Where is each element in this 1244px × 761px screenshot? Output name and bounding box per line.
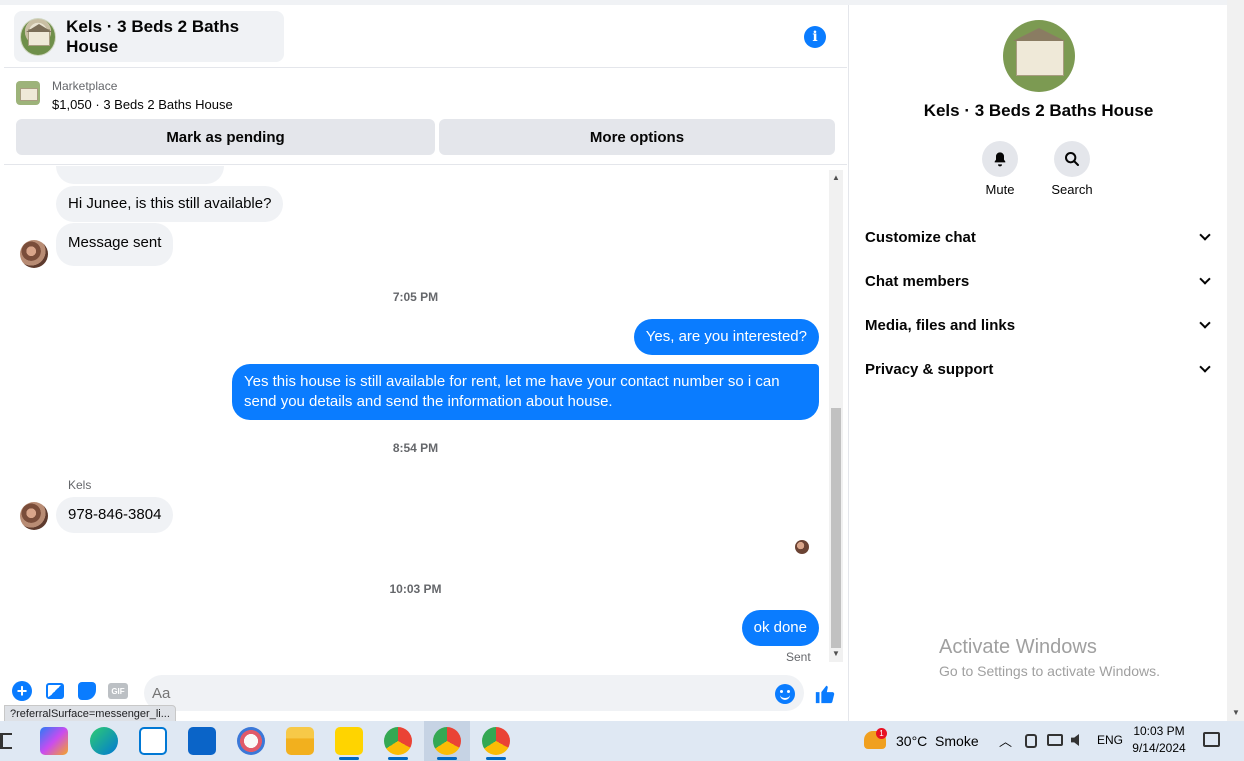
weather-text[interactable]: 30°C Smoke (896, 733, 979, 749)
mute-button[interactable]: Mute (970, 141, 1030, 197)
section-label: Media, files and links (865, 316, 1016, 334)
volume-icon[interactable] (1071, 734, 1079, 746)
chat-header: Kels · 3 Beds 2 Baths House i (4, 5, 847, 68)
search-label: Search (1051, 182, 1093, 197)
activate-windows-watermark: Activate Windows Go to Settings to activ… (939, 636, 1160, 679)
sent-status: Sent (786, 650, 811, 662)
info-icon[interactable]: i (804, 26, 826, 48)
marketplace-bar: Marketplace $1,050 · 3 Beds 2 Baths Hous… (4, 69, 847, 165)
weather-badge: 1 (876, 728, 887, 739)
search-icon (1054, 141, 1090, 177)
chevron-down-icon (1199, 361, 1211, 373)
message-text: 978-846-3804 (68, 506, 162, 523)
network-icon[interactable] (1047, 734, 1063, 746)
message-text: Hi Junee, is this still available? (68, 195, 272, 212)
mark-as-pending-button[interactable]: Mark as pending (16, 119, 435, 155)
listing-large-avatar[interactable] (1003, 20, 1075, 92)
read-receipt-avatar (795, 540, 809, 554)
mail-icon[interactable] (188, 727, 216, 755)
chrome-profile-3-icon[interactable] (482, 727, 510, 760)
chrome-profile-1-icon[interactable] (384, 727, 412, 760)
sender-avatar[interactable] (20, 502, 48, 530)
timestamp: 8:54 PM (392, 441, 439, 455)
section-label: Customize chat (865, 228, 976, 246)
search-button[interactable]: Search (1042, 141, 1102, 197)
marketplace-label: Marketplace (52, 79, 118, 93)
message-text: Yes, are you interested? (645, 328, 807, 345)
chat-title-button[interactable]: Kels · 3 Beds 2 Baths House (14, 11, 284, 62)
panel-chat-name: Kels · 3 Beds 2 Baths House (923, 101, 1154, 120)
page-scrollbar[interactable]: ▼ (1227, 0, 1244, 721)
message-bubble[interactable]: Yes, are you interested? (633, 319, 819, 355)
section-chat-members[interactable]: Chat members (865, 266, 1213, 296)
listing-avatar (20, 17, 57, 56)
section-label: Chat members (865, 272, 970, 290)
message-bubble[interactable]: Yes this house is still available for re… (232, 364, 819, 420)
timestamp: 10:03 PM (389, 582, 442, 596)
chevron-down-icon (1199, 229, 1211, 241)
file-explorer-icon[interactable] (286, 727, 314, 755)
store-icon[interactable] (139, 727, 167, 755)
watermark-subtitle: Go to Settings to activate Windows. (939, 663, 1160, 679)
message-list[interactable]: Hi Junee, is this still available? Messa… (4, 166, 827, 662)
emoji-icon[interactable] (775, 684, 795, 704)
scroll-thumb[interactable] (831, 408, 841, 648)
task-view-icon[interactable] (0, 733, 12, 749)
message-input[interactable] (144, 675, 804, 711)
message-text: Message sent (68, 234, 162, 251)
conversation-info-panel: Kels · 3 Beds 2 Baths House Mute Search … (848, 5, 1227, 721)
section-privacy-support[interactable]: Privacy & support (865, 354, 1213, 384)
sender-name: Kels (68, 478, 92, 492)
message-bubble[interactable]: ok done (741, 610, 819, 646)
sticker-icon[interactable] (76, 680, 98, 702)
listing-price-title[interactable]: $1,050 · 3 Beds 2 Baths House (52, 97, 233, 112)
chrome-profile-2-icon[interactable] (433, 727, 461, 760)
photo-icon[interactable] (44, 680, 66, 702)
message-text: Yes this house is still available for re… (244, 373, 780, 410)
taskbar: 1 30°C Smoke ︿ ENG 10:03 PM 9/14/2024 (0, 721, 1244, 761)
language-indicator[interactable]: ENG (1097, 733, 1123, 747)
thumbs-up-icon[interactable] (814, 683, 836, 705)
section-label: Privacy & support (865, 360, 994, 378)
plus-icon[interactable]: + (11, 680, 33, 702)
chat-pane: Kels · 3 Beds 2 Baths House i Marketplac… (4, 5, 847, 725)
edge-icon[interactable] (90, 727, 118, 755)
chevron-down-icon (1199, 317, 1211, 329)
message-text: ok done (753, 619, 807, 636)
more-options-button[interactable]: More options (439, 119, 835, 155)
message-bubble[interactable]: Message sent (56, 223, 174, 266)
section-media-files-links[interactable]: Media, files and links (865, 310, 1213, 340)
message-bubble[interactable]: 978-846-3804 (56, 497, 174, 533)
sender-avatar[interactable] (20, 240, 48, 268)
mute-label: Mute (985, 182, 1015, 197)
gif-icon[interactable]: GIF (107, 680, 129, 702)
sticky-notes-icon[interactable] (335, 727, 363, 760)
copilot-icon[interactable] (40, 727, 68, 755)
chevron-up-icon[interactable]: ︿ (999, 731, 1012, 750)
scroll-down-arrow-icon[interactable]: ▼ (1232, 708, 1240, 717)
message-bubble[interactable]: Hi Junee, is this still available? (56, 186, 284, 222)
chat-title: Kels · 3 Beds 2 Baths House (66, 16, 240, 56)
paint-icon[interactable] (237, 727, 265, 755)
message-scrollbar[interactable]: ▲ ▼ (829, 170, 843, 662)
scroll-down-arrow-icon[interactable]: ▼ (832, 650, 840, 658)
bell-icon (982, 141, 1018, 177)
scroll-up-arrow-icon[interactable]: ▲ (832, 174, 840, 182)
chevron-down-icon (1199, 273, 1211, 285)
notifications-icon[interactable] (1203, 732, 1220, 747)
section-customize-chat[interactable]: Customize chat (865, 222, 1213, 252)
message-bubble-partial (56, 166, 224, 184)
listing-thumbnail[interactable] (16, 81, 40, 105)
meet-now-icon[interactable] (1025, 734, 1037, 748)
gif-label: GIF (108, 683, 128, 699)
watermark-title: Activate Windows (939, 636, 1097, 658)
clock-time[interactable]: 10:03 PM (1128, 724, 1190, 738)
clock-date[interactable]: 9/14/2024 (1128, 741, 1190, 755)
timestamp: 7:05 PM (392, 290, 439, 304)
